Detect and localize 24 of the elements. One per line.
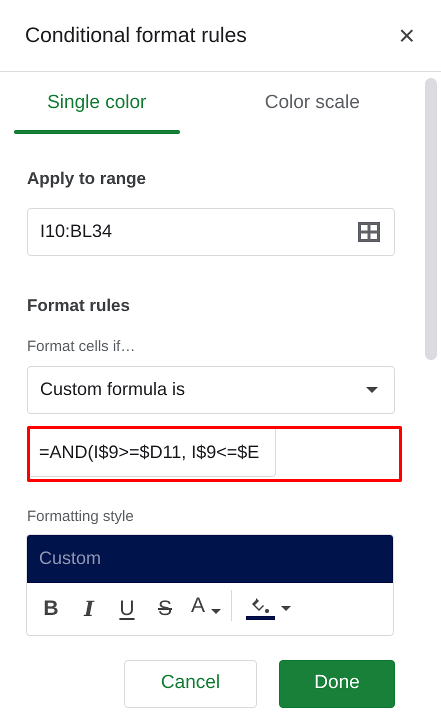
field-label: Format cells if…	[27, 338, 136, 356]
preview-text: Custom	[39, 547, 102, 570]
section-heading: Format rules	[27, 296, 131, 316]
done-button[interactable]: Done	[279, 660, 395, 708]
section-heading: Apply to range	[27, 168, 148, 190]
tab[interactable]: Color scale	[230, 74, 395, 132]
close-button[interactable]: ×	[398, 22, 415, 50]
italic-button[interactable]: I	[77, 592, 101, 624]
dialog-title: Conditional format rules	[25, 22, 247, 49]
bold-button[interactable]: B	[39, 592, 63, 624]
formula-field[interactable]: =AND(I$9>=$D11, I$9<=$E	[30, 428, 276, 476]
paint-bucket-icon	[250, 597, 272, 615]
scrollbar[interactable]	[425, 78, 437, 360]
strikethrough-button[interactable]: S	[153, 592, 177, 624]
field-label: Formatting style	[27, 508, 135, 526]
underline-button[interactable]: U	[115, 592, 139, 624]
fill-color-button[interactable]	[246, 597, 292, 620]
grid-icon[interactable]	[358, 222, 380, 242]
condition-dropdown[interactable]: Custom formula is	[27, 366, 395, 414]
text-color-button[interactable]: A	[191, 590, 232, 622]
tab[interactable]: Single color	[14, 74, 180, 132]
range-field[interactable]: I10:BL34	[27, 208, 395, 256]
cancel-button[interactable]: Cancel	[124, 660, 257, 708]
caret-icon	[366, 386, 378, 392]
